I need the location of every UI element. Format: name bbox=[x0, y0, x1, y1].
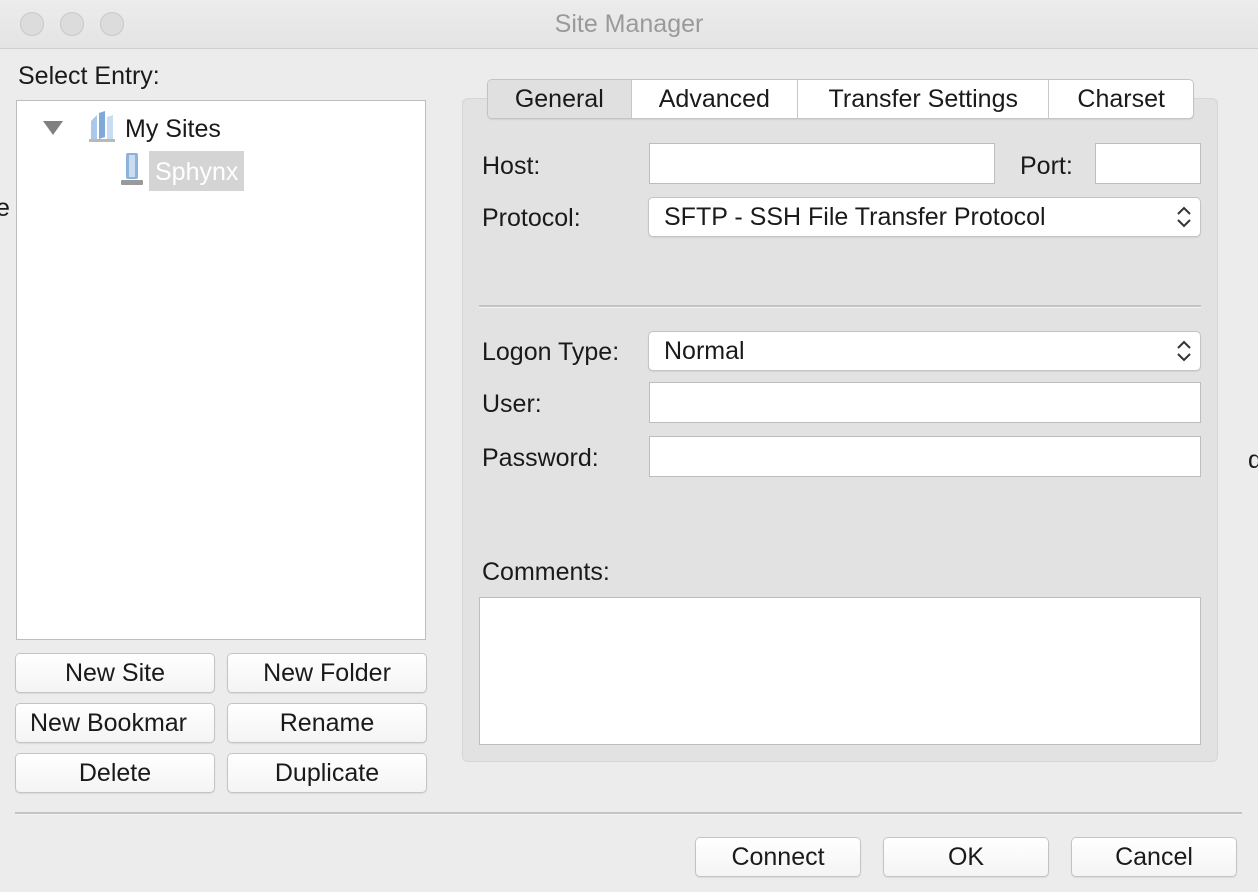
comments-label: Comments: bbox=[482, 558, 610, 586]
user-input[interactable] bbox=[649, 382, 1201, 423]
rename-button[interactable]: Rename bbox=[227, 703, 427, 743]
chevron-up-down-icon bbox=[1177, 206, 1191, 228]
footer-divider bbox=[15, 812, 1242, 815]
tab-advanced[interactable]: Advanced bbox=[630, 80, 798, 118]
comments-textarea[interactable] bbox=[479, 597, 1201, 745]
delete-button[interactable]: Delete bbox=[15, 753, 215, 793]
folder-icon bbox=[89, 111, 115, 142]
tab-transfer-settings[interactable]: Transfer Settings bbox=[797, 80, 1048, 118]
new-bookmark-button[interactable]: New Bookmar bbox=[15, 703, 215, 743]
new-folder-button[interactable]: New Folder bbox=[227, 653, 427, 693]
port-input[interactable] bbox=[1095, 143, 1201, 184]
host-label: Host: bbox=[482, 152, 541, 180]
server-icon bbox=[121, 153, 143, 185]
chevron-up-down-icon bbox=[1177, 340, 1191, 362]
background-window-fragment: d bbox=[1248, 446, 1258, 474]
password-input[interactable] bbox=[649, 436, 1201, 477]
site-tree[interactable]: My Sites Sphynx bbox=[16, 100, 426, 640]
logon-type-label: Logon Type: bbox=[482, 338, 620, 366]
user-label: User: bbox=[482, 390, 542, 418]
logon-type-select[interactable]: Normal bbox=[648, 331, 1201, 371]
cancel-button[interactable]: Cancel bbox=[1071, 837, 1237, 877]
select-entry-label: Select Entry: bbox=[18, 62, 160, 90]
protocol-value: SFTP - SSH File Transfer Protocol bbox=[664, 203, 1046, 231]
tab-charset[interactable]: Charset bbox=[1048, 80, 1193, 118]
settings-tabs: General Advanced Transfer Settings Chars… bbox=[487, 79, 1194, 119]
connect-button[interactable]: Connect bbox=[695, 837, 861, 877]
password-label: Password: bbox=[482, 444, 599, 472]
ok-button[interactable]: OK bbox=[883, 837, 1049, 877]
title-bar: Site Manager bbox=[0, 0, 1258, 49]
host-input[interactable] bbox=[649, 143, 995, 184]
disclosure-triangle-icon[interactable] bbox=[43, 121, 63, 135]
duplicate-button[interactable]: Duplicate bbox=[227, 753, 427, 793]
section-divider bbox=[479, 305, 1201, 308]
tab-general[interactable]: General bbox=[488, 80, 631, 118]
protocol-select[interactable]: SFTP - SSH File Transfer Protocol bbox=[648, 197, 1201, 237]
protocol-label: Protocol: bbox=[482, 204, 581, 232]
tree-item-my-sites[interactable]: My Sites bbox=[125, 115, 221, 144]
tree-item-sphynx[interactable]: Sphynx bbox=[149, 151, 245, 191]
window-title: Site Manager bbox=[554, 10, 704, 38]
port-label: Port: bbox=[1020, 152, 1073, 180]
new-site-button[interactable]: New Site bbox=[15, 653, 215, 693]
logon-type-value: Normal bbox=[664, 337, 745, 365]
background-window-fragment: e bbox=[0, 194, 10, 222]
